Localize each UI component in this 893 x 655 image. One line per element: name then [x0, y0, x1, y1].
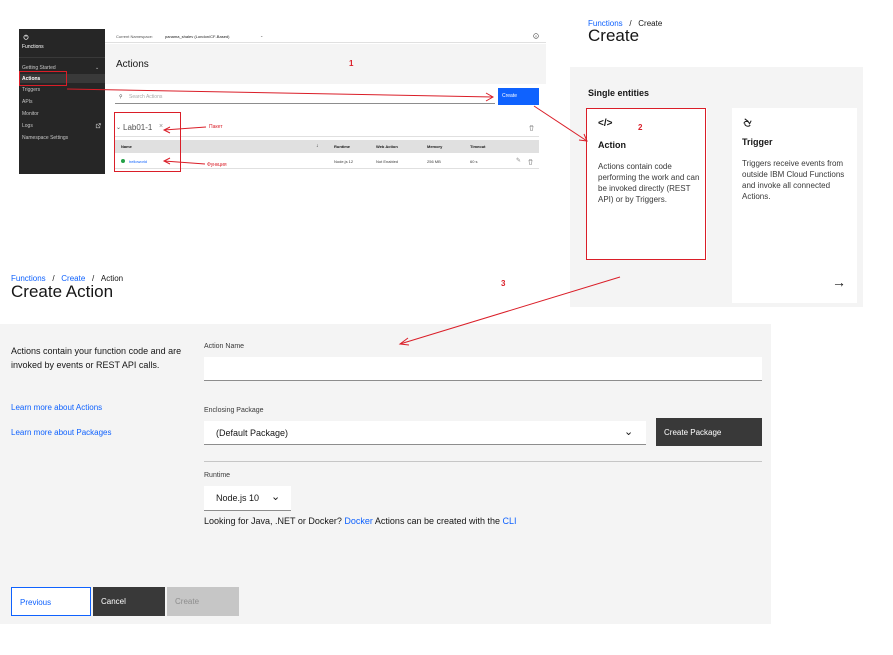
namespace-label: Current Namespace: [116, 34, 153, 39]
edit-icon[interactable]: ✎ [516, 157, 521, 164]
namespace-select[interactable]: panama_shalev (London/CF-Based) [165, 34, 229, 39]
learn-packages-link[interactable]: Learn more about Packages [11, 428, 112, 437]
sidebar-item-apis[interactable]: APIs [22, 99, 33, 105]
create-package-button[interactable]: Create Package [656, 418, 762, 446]
page-title: Actions [116, 59, 149, 70]
annotation-function-note: Функция [207, 162, 227, 168]
trigger-icon [743, 118, 752, 127]
sort-arrow-icon[interactable]: ↓ [316, 143, 319, 149]
annotation-step-3: 3 [501, 279, 506, 288]
create-button-disabled[interactable]: Create [167, 587, 239, 616]
trigger-tile[interactable]: Trigger Triggers receive events from out… [732, 108, 857, 303]
sidebar-divider [19, 57, 105, 58]
column-header-timeout[interactable]: Timeout [470, 144, 485, 149]
runtime-label: Runtime [204, 472, 231, 479]
footnote-prefix: Looking for Java, .NET or Docker? [204, 516, 345, 526]
package-label: Enclosing Package [204, 407, 264, 414]
breadcrumb-current: Create [638, 19, 663, 28]
cell-timeout: 60 s [470, 159, 478, 164]
trash-icon[interactable] [529, 125, 534, 131]
search-placeholder: Search Actions [129, 94, 163, 100]
runtime-select[interactable]: Node.js 10 ⌄ [204, 486, 291, 511]
learn-actions-link[interactable]: Learn more about Actions [11, 403, 102, 412]
page-title: Create [588, 26, 640, 45]
power-icon [23, 34, 29, 40]
cancel-button[interactable]: Cancel [93, 587, 165, 616]
column-header-web-action[interactable]: Web Action [376, 144, 398, 149]
actions-screenshot: Functions Getting Started ⌄ Actions Trig… [19, 29, 546, 174]
sidebar: Functions Getting Started ⌄ Actions Trig… [19, 29, 105, 174]
launch-icon [95, 123, 101, 129]
chevron-down-icon: ⌄ [271, 491, 281, 503]
namespace-bar: Current Namespace: panama_shalev (London… [105, 29, 546, 43]
highlight-action-tile [586, 108, 706, 260]
form-description: Actions contain your function code and a… [11, 346, 182, 370]
previous-button[interactable]: Previous [11, 587, 91, 616]
page-header: Actions [105, 44, 546, 84]
sidebar-item-namespace-settings[interactable]: Namespace Settings [22, 135, 68, 141]
trash-icon[interactable] [528, 159, 533, 165]
package-select-value: (Default Package) [216, 428, 289, 438]
annotation-package-note: Пакет [209, 124, 223, 130]
chevron-down-icon: ⌄ [95, 65, 100, 71]
highlight-actions-menu [19, 71, 67, 86]
form-divider [204, 461, 762, 462]
package-select[interactable]: (Default Package) ⌄ [204, 421, 646, 445]
chevron-down-icon: ⌄ [260, 33, 264, 38]
cell-runtime: Node.js 12 [334, 159, 354, 164]
search-input[interactable]: ⚲ Search Actions [115, 90, 495, 104]
sidebar-item-monitor[interactable]: Monitor [22, 111, 39, 117]
section-title: Single entities [588, 88, 650, 98]
column-header-memory[interactable]: Memory [427, 144, 442, 149]
action-name-input[interactable] [204, 357, 762, 381]
chevron-down-icon: ⌄ [624, 426, 634, 438]
column-header-runtime[interactable]: Runtime [334, 144, 350, 149]
trigger-tile-title: Trigger [742, 137, 773, 147]
app-title: Functions [22, 44, 44, 50]
footnote-middle: Actions can be created with the [372, 516, 503, 526]
annotation-step-1: 1 [349, 59, 354, 68]
search-icon: ⚲ [119, 94, 123, 100]
docker-link[interactable]: Docker [344, 516, 373, 526]
page-title: Create Action [11, 282, 114, 301]
runtime-footnote: Looking for Java, .NET or Docker? Docker… [204, 516, 517, 526]
highlight-package-function [114, 112, 181, 172]
runtime-select-value: Node.js 10 [216, 493, 260, 503]
sidebar-item-logs[interactable]: Logs [22, 123, 33, 129]
create-button[interactable]: Create [498, 88, 539, 105]
sidebar-item-triggers[interactable]: Triggers [22, 87, 40, 93]
info-icon[interactable] [533, 33, 539, 39]
arrow-right-icon[interactable]: → [832, 274, 846, 290]
action-name-label: Action Name [204, 343, 245, 350]
annotation-step-2: 2 [638, 123, 643, 132]
cell-web-action: Not Enabled [376, 159, 399, 164]
create-action-form-panel: Actions contain your function code and a… [0, 324, 771, 624]
cell-memory: 256 MB [427, 159, 441, 164]
trigger-tile-description: Triggers receive events from outside IBM… [742, 159, 845, 201]
cli-link[interactable]: CLI [503, 516, 517, 526]
